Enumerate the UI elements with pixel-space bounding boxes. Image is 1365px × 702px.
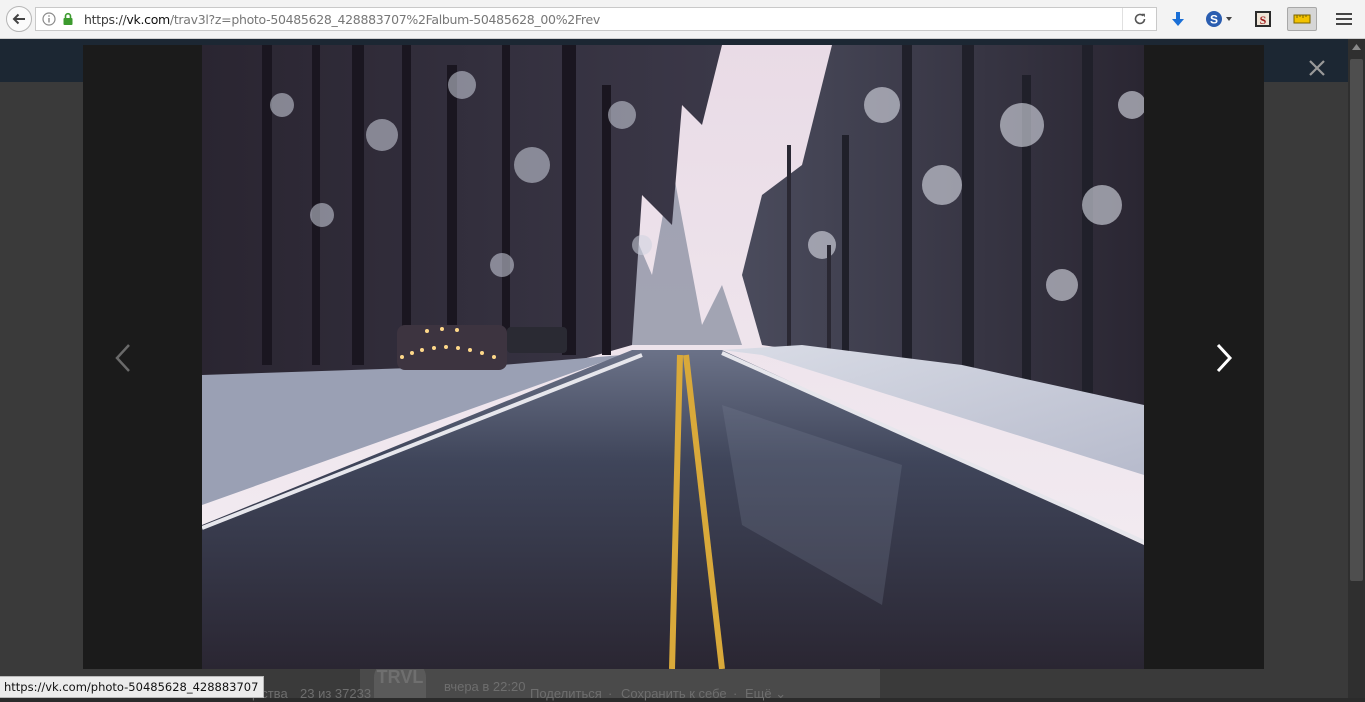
chevron-down-icon: ⌄ bbox=[775, 686, 787, 701]
share-link[interactable]: Поделиться bbox=[530, 686, 602, 701]
photo-counter: 23 из 37233 bbox=[300, 686, 372, 701]
downloads-button[interactable] bbox=[1167, 8, 1189, 30]
reload-icon bbox=[1134, 13, 1145, 25]
ruler-extension-button[interactable] bbox=[1287, 7, 1317, 31]
sync-extension-button[interactable]: S bbox=[1205, 8, 1235, 30]
url-host: vk.com bbox=[126, 12, 170, 27]
menu-button[interactable] bbox=[1333, 8, 1355, 30]
chevron-left-icon bbox=[115, 344, 130, 372]
s-extension-icon: S bbox=[1206, 11, 1232, 27]
url-path: /trav3l?z=photo-50485628_428883707%2Falb… bbox=[169, 12, 600, 27]
back-arrow-icon bbox=[12, 13, 25, 25]
svg-text:S: S bbox=[1260, 13, 1267, 27]
s-square-extension-icon: S bbox=[1255, 11, 1271, 27]
svg-text:S: S bbox=[1210, 13, 1218, 27]
snowy-road-photo bbox=[202, 45, 1144, 669]
scrollbar-thumb[interactable] bbox=[1350, 59, 1363, 581]
post-time[interactable]: вчера в 22:20 bbox=[444, 679, 525, 694]
close-viewer-button[interactable] bbox=[1303, 54, 1331, 82]
hamburger-menu-icon bbox=[1336, 13, 1352, 25]
save-link[interactable]: Сохранить к себе bbox=[621, 686, 727, 701]
scroll-up-arrow-icon[interactable] bbox=[1352, 44, 1361, 50]
viewer-photo[interactable] bbox=[202, 45, 1144, 669]
url-prefix: https:// bbox=[84, 12, 127, 27]
info-icon[interactable] bbox=[42, 12, 56, 26]
lock-icon[interactable] bbox=[61, 12, 75, 26]
separator-dot: · bbox=[608, 686, 613, 701]
chevron-right-icon bbox=[1216, 343, 1233, 373]
status-link-preview: https://vk.com/photo-50485628_428883707 bbox=[0, 676, 265, 698]
next-photo-button[interactable] bbox=[1209, 340, 1239, 376]
back-button[interactable] bbox=[6, 6, 32, 32]
browser-toolbar: https://vk.com/trav3l?z=photo-50485628_4… bbox=[0, 0, 1365, 39]
reload-button[interactable] bbox=[1122, 8, 1156, 30]
separator-dot: · bbox=[733, 686, 738, 701]
vertical-scrollbar[interactable] bbox=[1348, 39, 1365, 698]
download-arrow-icon bbox=[1172, 12, 1184, 26]
more-label: Ещё bbox=[745, 686, 772, 701]
address-bar[interactable]: https://vk.com/trav3l?z=photo-50485628_4… bbox=[35, 7, 1157, 31]
close-icon bbox=[1309, 60, 1325, 76]
url-text[interactable]: https://vk.com/trav3l?z=photo-50485628_4… bbox=[84, 12, 600, 27]
s-square-extension-button[interactable]: S bbox=[1252, 8, 1274, 30]
ruler-icon bbox=[1293, 14, 1311, 24]
more-link[interactable]: Ещё ⌄ bbox=[745, 686, 786, 702]
previous-photo-button[interactable] bbox=[108, 340, 138, 376]
